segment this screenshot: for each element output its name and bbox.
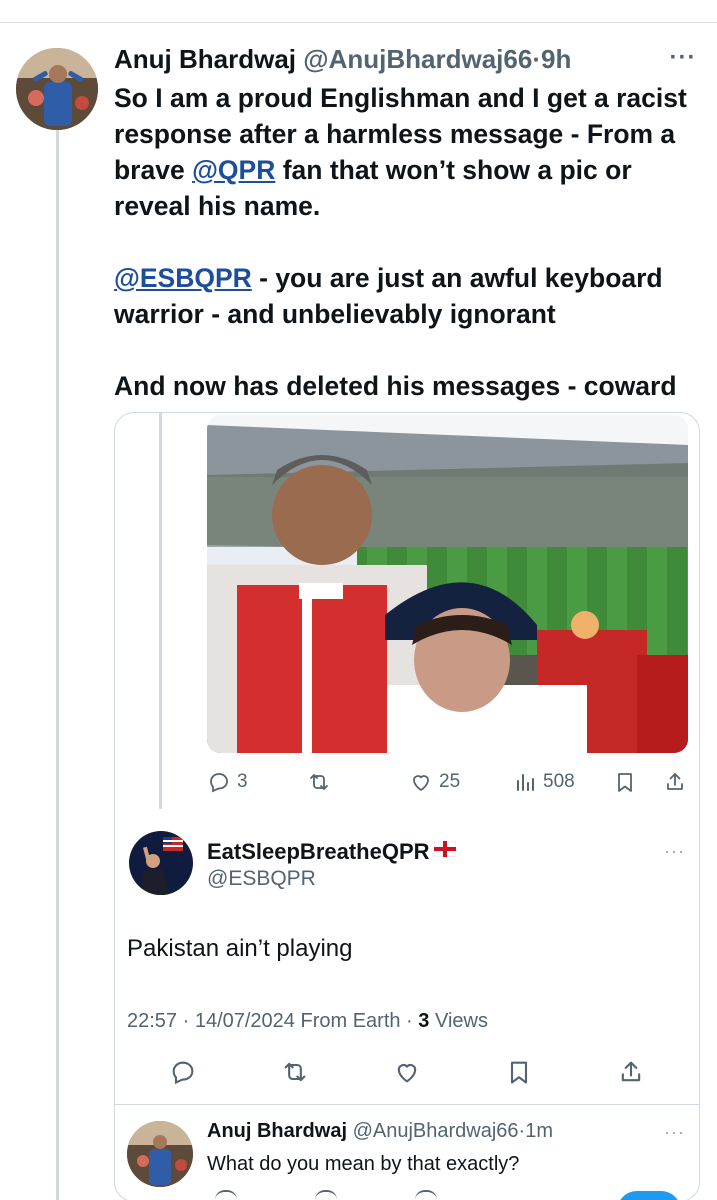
quoted-reply-views-label: Views [429, 1010, 488, 1032]
reply-reply-icon[interactable] [215, 1190, 237, 1200]
reply-header: Anuj Bhardwaj @AnujBhardwaj66·1m [207, 1120, 553, 1143]
retweet-action[interactable] [307, 765, 331, 799]
reply-author-handle[interactable]: @AnujBhardwaj66 [353, 1120, 519, 1142]
reply-like-icon[interactable] [415, 1190, 437, 1200]
retweet-icon [310, 774, 328, 790]
esbqpr-name-text: EatSleepBreatheQPR [207, 839, 430, 864]
quoted-reply-views-count: 3 [418, 1010, 430, 1032]
inner-share-button[interactable] [617, 1058, 647, 1088]
inner-more-icon[interactable]: ··· [664, 841, 685, 862]
author-avatar-image [16, 48, 98, 130]
esbqpr-display-name[interactable]: EatSleepBreatheQPR [207, 839, 456, 865]
reply-more-icon[interactable]: ··· [664, 1122, 685, 1143]
stadium-photo [207, 415, 688, 753]
share-icon [667, 773, 683, 790]
share-action[interactable] [663, 765, 687, 799]
more-icon[interactable]: ··· [665, 44, 701, 74]
reply-author-name[interactable]: Anuj Bhardwaj [207, 1120, 347, 1142]
tweet-photo[interactable] [207, 415, 688, 753]
reply-author-avatar-image [127, 1121, 193, 1187]
tweet-time[interactable]: 9h [541, 44, 571, 74]
quoted-reply-text: Pakistan ain’t playing [127, 935, 353, 962]
bookmark-icon [618, 773, 632, 792]
mention-qpr-link[interactable]: @QPR [192, 155, 275, 185]
author-handle[interactable]: @AnujBhardwaj66 [303, 44, 532, 74]
inner-like-button[interactable] [393, 1058, 423, 1088]
bookmark-action[interactable] [613, 765, 637, 799]
inner-retweet-button[interactable] [281, 1058, 311, 1088]
views-icon [517, 774, 534, 791]
esbqpr-avatar-image [129, 831, 193, 895]
reply-icon [210, 773, 228, 793]
quoted-reply-action-bar [115, 1058, 699, 1090]
heart-icon [413, 775, 429, 791]
reply-action[interactable]: 3 [207, 765, 248, 799]
heart-icon [397, 1064, 417, 1083]
tweet-header: Anuj Bhardwaj @AnujBhardwaj66·9h [114, 44, 714, 78]
reply-retweet-icon[interactable] [315, 1190, 337, 1200]
author-avatar[interactable] [16, 48, 98, 130]
tweet-body: So I am a proud Englishman and I get a r… [114, 80, 709, 404]
like-action[interactable]: 25 [409, 765, 460, 799]
tweet-paragraph-3: And now has deleted his messages - cowar… [114, 371, 677, 401]
views-count: 508 [543, 771, 575, 792]
esbqpr-handle[interactable]: @ESBQPR [207, 867, 316, 891]
views-action[interactable]: 508 [513, 765, 575, 799]
esbqpr-avatar[interactable] [129, 831, 193, 895]
compose-button[interactable] [617, 1191, 681, 1200]
reply-time[interactable]: 1m [525, 1120, 553, 1142]
quoted-conversation-card[interactable]: 3 25 508 EatSleepBreatheQPR @ESBQPR ··· … [114, 412, 700, 1200]
quoted-action-bar: 3 25 508 [207, 765, 689, 799]
inner-bookmark-button[interactable] [505, 1058, 535, 1088]
retweet-icon [284, 1062, 306, 1082]
reply-author-avatar[interactable] [127, 1121, 193, 1187]
reply-icon [172, 1061, 194, 1085]
england-flag-icon [433, 841, 456, 857]
tweet-paragraph-1: So I am a proud Englishman and I get a r… [114, 80, 709, 224]
reply-text: What do you mean by that exactly? [207, 1153, 520, 1175]
quoted-reply-meta: 22:57 · 14/07/2024 From Earth · 3 Views [127, 1010, 488, 1033]
reply-count: 3 [237, 771, 248, 792]
like-count: 25 [439, 771, 461, 792]
quoted-reply-timestamp[interactable]: 22:57 · 14/07/2024 From Earth · [127, 1010, 418, 1032]
mention-esbqpr-link[interactable]: @ESBQPR [114, 263, 252, 293]
inner-reply-button[interactable] [169, 1058, 199, 1088]
quote-thread-line [159, 413, 162, 809]
separator-dot: · [532, 44, 541, 74]
author-name[interactable]: Anuj Bhardwaj [114, 44, 296, 74]
bookmark-icon [510, 1061, 528, 1084]
thread-line [56, 128, 59, 1200]
reply-divider [115, 1104, 699, 1105]
share-icon [621, 1061, 641, 1082]
top-divider [0, 22, 717, 23]
tweet-paragraph-2: @ESBQPR - you are just an awful keyboard… [114, 260, 709, 332]
